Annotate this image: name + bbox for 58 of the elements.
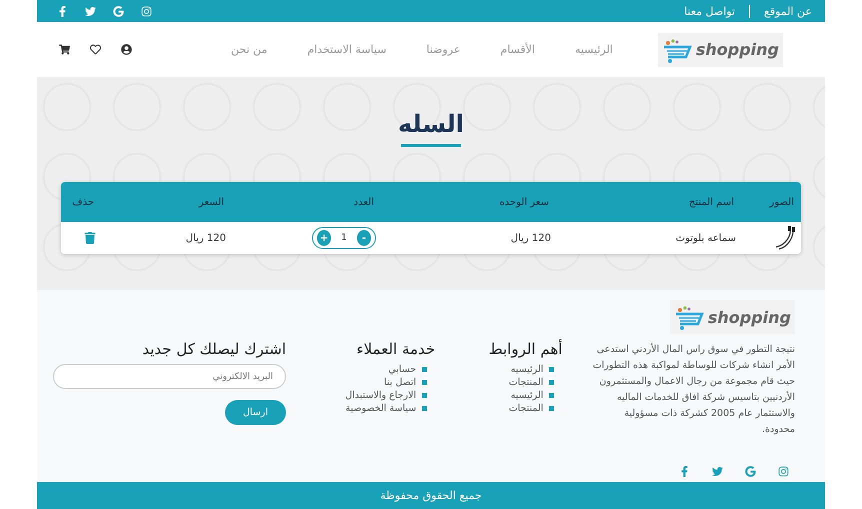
bullet-icon [549,380,554,385]
footer-link[interactable]: الرئيسيه [466,390,554,401]
trash-icon[interactable] [84,232,96,244]
google-icon[interactable] [113,6,124,16]
subscribe-title: اشترك ليصلك كل جديد [141,340,286,358]
column-header: السعر [198,196,225,208]
footer-link[interactable]: المنتجات [466,403,554,414]
unit-price: 120 ريال [510,232,551,244]
send-button[interactable]: ارسال [225,400,286,425]
nav-link[interactable]: الرئيسيه [574,43,613,56]
instagram-icon[interactable] [141,6,152,16]
column-header: العدد [352,196,375,208]
footer-link[interactable]: سياسة الخصوصية [312,403,428,414]
twitter-icon[interactable] [712,466,723,477]
nav-link[interactable]: من نحن [231,43,268,56]
bullet-icon [422,406,428,411]
footer-link[interactable]: الارجاع والاستبدال [312,390,428,401]
column-header: اسم المنتج [688,196,735,208]
heart-icon[interactable] [90,44,101,55]
shopping-logo[interactable]: shopping [658,32,783,66]
decrement-button[interactable]: - [356,230,371,246]
instagram-icon[interactable] [778,466,789,477]
column-header: حذف [71,196,95,208]
bullet-icon [422,367,428,372]
footer-link[interactable]: حسابي [312,364,428,375]
nav-link[interactable]: عروضنا [426,43,460,56]
copyright-text: جميع الحقوق محفوظة [380,489,482,502]
twitter-icon[interactable] [85,6,96,16]
bullet-icon [549,406,554,411]
bullet-icon [422,393,428,398]
increment-button[interactable]: + [317,230,332,246]
column-header: الصور [768,196,795,208]
footer-link[interactable]: اتصل بنا [312,377,428,388]
quantity-value: 1 [341,233,347,243]
about-paragraph: نتيجة التطور في سوق راس المال الأردني استدعى الأمر انشاء شركات للوساطة لمواكبة هذه التطورات حيث قام مجموعة من رجال الاعمال والمستثمرون الأردنيين بتاسيس شركة افاق للخدمات الماليه والاستثمار عام 2005 كشركة ذات مسؤولية محدودة. [592,342,795,437]
shopping-logo[interactable]: shopping [670,300,795,334]
service-title: خدمة العملاء [356,340,436,358]
bullet-icon [549,367,554,372]
top-bar-link[interactable]: عن الموقع [749,4,812,18]
page-title: السله [398,110,464,138]
top-bar-link[interactable]: تواصل معنا [670,4,749,18]
nav-link[interactable]: سياسة الاستخدام [307,43,386,56]
google-icon[interactable] [745,466,756,477]
bullet-icon [549,393,554,398]
total-price: 120 ريال [184,232,226,244]
nav-link[interactable]: الأقسام [500,43,535,56]
title-underline [401,144,461,147]
facebook-icon[interactable] [679,466,690,477]
email-field[interactable]: البريد الالكتروني [53,364,286,389]
links-title: أهم الروابط [488,340,562,358]
product-name: سماعه بلوتوث [674,232,736,244]
user-icon[interactable] [121,44,132,55]
column-header: سعر الوحده [498,196,550,208]
footer-link[interactable]: المنتجات [466,377,554,388]
cart-icon[interactable] [59,44,70,55]
bullet-icon [422,380,428,385]
footer-link[interactable]: الرئيسيه [466,364,554,375]
facebook-icon[interactable] [57,6,68,16]
